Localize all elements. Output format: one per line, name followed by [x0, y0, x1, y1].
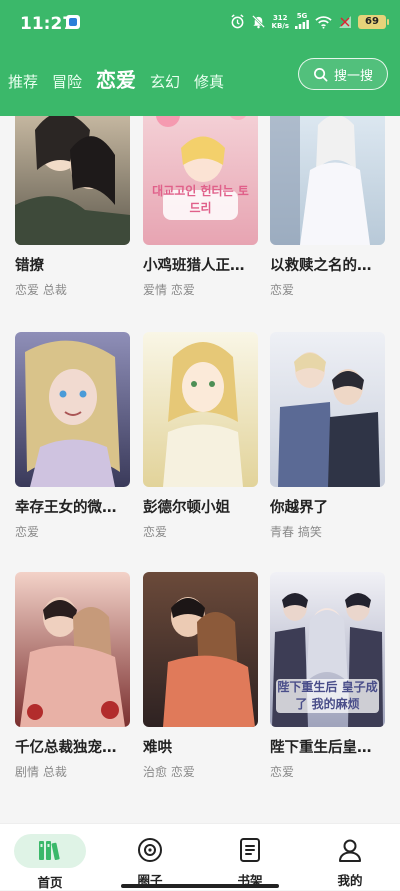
comic-title: 以救赎之名的… — [270, 258, 372, 274]
comic-card[interactable]: 你越界了 青春 搞笑 — [270, 332, 385, 540]
comic-tags: 恋爱 — [15, 525, 40, 539]
nav-home[interactable]: 首页 — [10, 830, 90, 890]
comic-tags: 恋爱 总裁 — [15, 283, 67, 297]
search-icon — [314, 67, 328, 81]
comic-title: 你越界了 — [270, 500, 328, 516]
comic-tags: 青春 搞笑 — [270, 525, 322, 539]
comic-tags: 恋爱 — [270, 765, 295, 779]
app-notification-icon — [66, 15, 80, 29]
alarm-icon — [230, 14, 244, 29]
signal-icon — [295, 20, 309, 29]
circle-target-icon — [110, 836, 190, 864]
comic-title: 错撩 — [15, 258, 44, 274]
status-icons: 312 KB/s 5G 69 — [230, 12, 389, 31]
comic-cover — [15, 116, 130, 245]
comic-card[interactable]: 以救赎之名的… 恋爱 — [270, 116, 385, 298]
comic-card[interactable]: 대교고인 헌터는 토드리 小鸡班猎人正… 爱情 恋爱 — [143, 116, 258, 298]
mute-bell-icon — [251, 15, 265, 29]
bookshelf-icon — [210, 836, 290, 864]
tab-adventure[interactable]: 冒险 — [52, 71, 82, 92]
comic-title: 陛下重生后皇… — [270, 740, 372, 756]
comic-tags: 剧情 总裁 — [15, 765, 67, 779]
search-label: 搜一搜 — [333, 68, 373, 84]
comic-tags: 治愈 恋爱 — [143, 765, 195, 779]
net-speed: 312 KB/s — [271, 13, 289, 30]
comic-cover — [15, 332, 130, 487]
bottom-navigation: 首页 圈子 书架 我的 — [0, 823, 400, 890]
comic-card[interactable]: 错撩 恋爱 总裁 — [15, 116, 130, 298]
category-tabs: 推荐 冒险 恋爱 玄幻 修真 — [8, 64, 224, 93]
tab-romance[interactable]: 恋爱 — [96, 64, 136, 93]
comic-cover-text: 대교고인 헌터는 토드리 — [152, 184, 249, 215]
status-bar: 11:27 312 KB/s 5G 69 — [0, 0, 400, 48]
profile-icon — [310, 836, 390, 864]
comic-title: 小鸡班猎人正… — [143, 258, 245, 274]
comic-title: 千亿总裁独宠… — [15, 740, 117, 756]
comic-cover: 陛下重生后 皇子成了 我的麻烦 — [270, 572, 385, 727]
network-type: 5G — [295, 12, 309, 31]
comic-tags: 爱情 恋爱 — [143, 283, 195, 297]
comic-title: 难哄 — [143, 740, 172, 756]
tab-cultivation[interactable]: 修真 — [194, 71, 224, 92]
comic-cover-text: 陛下重生后 皇子成了 我的麻烦 — [276, 679, 379, 713]
wifi-icon — [315, 15, 332, 29]
comic-tags: 恋爱 — [143, 525, 168, 539]
comic-cover: 대교고인 헌터는 토드리 — [143, 116, 258, 245]
nav-circle[interactable]: 圈子 — [110, 830, 190, 888]
home-books-icon — [10, 836, 90, 864]
comic-cover — [270, 332, 385, 487]
tab-fantasy[interactable]: 玄幻 — [150, 71, 180, 92]
comic-card[interactable]: 千亿总裁独宠… 剧情 总裁 — [15, 572, 130, 780]
gesture-home-bar[interactable] — [121, 884, 279, 888]
comic-card[interactable]: 幸存王女的微… 恋爱 — [15, 332, 130, 540]
comic-card[interactable]: 难哄 治愈 恋爱 — [143, 572, 258, 780]
tab-recommend[interactable]: 推荐 — [8, 71, 38, 92]
comic-cover — [15, 572, 130, 727]
comic-title: 彭德尔顿小姐 — [143, 500, 230, 516]
comic-cover — [143, 332, 258, 487]
comic-title: 幸存王女的微… — [15, 500, 117, 516]
search-button[interactable]: 搜一搜 — [298, 58, 388, 90]
comic-cover — [270, 116, 385, 245]
comic-card[interactable]: 陛下重生后 皇子成了 我的麻烦 陛下重生后皇… 恋爱 — [270, 572, 385, 780]
comic-card[interactable]: 彭德尔顿小姐 恋爱 — [143, 332, 258, 540]
battery-indicator: 69 — [358, 14, 389, 29]
nav-profile[interactable]: 我的 — [310, 830, 390, 888]
comic-tags: 恋爱 — [270, 283, 295, 297]
comic-grid: 错撩 恋爱 总裁 대교고인 헌터는 토드리 小鸡班猎人正… 爱情 恋爱 以救赎之… — [0, 116, 400, 823]
top-header: 11:27 312 KB/s 5G 69 推荐 冒险 恋爱 玄幻 修真 搜一搜 — [0, 0, 400, 116]
nav-bookshelf[interactable]: 书架 — [210, 830, 290, 888]
comic-cover — [143, 572, 258, 727]
no-signal-icon — [339, 15, 351, 28]
